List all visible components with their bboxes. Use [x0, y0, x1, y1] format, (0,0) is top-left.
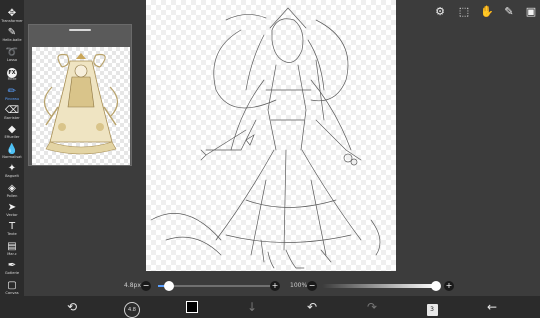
tool-normalisat[interactable]: 💧 Normalisat: [0, 142, 24, 162]
tool-icon: T: [8, 221, 16, 233]
back-arrow-icon[interactable]: ←: [480, 296, 504, 318]
tool-label: Texte: [7, 232, 17, 237]
toggle-icon[interactable]: ⚙: [432, 4, 448, 20]
brush-size-label: 4.8px: [124, 282, 141, 289]
tool-gotlerie[interactable]: ✒ Gotlerie: [0, 258, 24, 278]
tool-icon: ✏: [7, 85, 17, 97]
redo-icon[interactable]: ↷: [360, 296, 384, 318]
tool-transformer[interactable]: ✥ Transformer: [0, 6, 24, 26]
bottom-toolbar: ⟲ 4.8 ↓ ↶ ↷ 3 ←: [0, 296, 540, 318]
color-button[interactable]: [180, 296, 204, 318]
tool-baguelt[interactable]: ✦ Baguelt: [0, 161, 24, 181]
tool-sidebar: ✥ Transformer ✎ Helle-balle ➰ Lasso FX Filtre ✏ P…: [0, 0, 24, 296]
pen-icon[interactable]: ✎: [501, 4, 517, 20]
opacity-label: 100%: [290, 282, 308, 289]
undo-icon[interactable]: ↶: [300, 296, 324, 318]
tool-helle-balle[interactable]: ✎ Helle-balle: [0, 25, 24, 45]
tool-icon: ◆: [8, 124, 16, 136]
opacity-decrease-button[interactable]: −: [307, 281, 317, 291]
tool-icon: ➰: [5, 46, 19, 58]
transform-tool-icon[interactable]: ⟲: [60, 296, 84, 318]
tool-label: Gotlerie: [4, 271, 20, 276]
download-icon[interactable]: ↓: [240, 296, 264, 318]
tool-icon: ▤: [7, 240, 17, 252]
tool-icon: FX: [7, 68, 17, 79]
tool-label: Barrister: [4, 116, 20, 120]
size-increase-button[interactable]: +: [270, 281, 280, 291]
select-icon[interactable]: ⬚: [456, 4, 472, 20]
tool-icon: ◈: [8, 182, 16, 194]
current-color-swatch: [186, 301, 198, 313]
tool-label: Mar.c: [7, 251, 17, 256]
opacity-slider-knob[interactable]: [431, 281, 441, 291]
opacity-increase-button[interactable]: +: [444, 281, 454, 291]
tool-effueiler[interactable]: ◆ Effueiler: [0, 122, 24, 142]
tool-icon: ✥: [7, 8, 17, 19]
tool-texte[interactable]: T Texte: [0, 219, 24, 239]
tool-label: Pollen: [6, 193, 18, 198]
tool-label: Lasso: [6, 57, 18, 62]
reference-panel[interactable]: [28, 24, 132, 166]
tool-filtre[interactable]: FX Filtre: [0, 64, 24, 84]
tool-pinceau[interactable]: ✏ Pinceau: [0, 84, 24, 104]
size-slider[interactable]: [158, 281, 272, 291]
panel-drag-handle[interactable]: [69, 29, 91, 31]
opacity-slider[interactable]: [322, 281, 441, 291]
sketch-drawing: [150, 7, 381, 269]
tool-label: Vector: [6, 213, 18, 217]
reference-image: [32, 47, 130, 165]
layers-button[interactable]: 3: [420, 296, 444, 318]
tool-icon: ✒: [7, 260, 17, 272]
tool-vector[interactable]: ➤ Vector: [0, 200, 24, 220]
tool-label: Normalisat: [2, 154, 22, 159]
layer-count-badge: 3: [426, 304, 438, 316]
tool-label: Effueiler: [4, 135, 20, 140]
tool-lasso[interactable]: ➰ Lasso: [0, 45, 24, 65]
tool-icon: ✎: [7, 27, 17, 39]
brush-size-button[interactable]: 4.8: [120, 296, 144, 318]
drawing-canvas[interactable]: [146, 0, 396, 271]
app-window: ✥ Transformer ✎ Helle-balle ➰ Lasso FX Filtre ✏ P…: [0, 0, 540, 318]
size-decrease-button[interactable]: −: [141, 281, 151, 291]
hand-icon[interactable]: ✋: [479, 4, 495, 20]
tool-pollen[interactable]: ◈ Pollen: [0, 181, 24, 201]
size-slider-knob[interactable]: [164, 281, 175, 291]
tool-icon: 💧: [5, 143, 19, 155]
image-icon[interactable]: ▣: [523, 4, 539, 20]
tool-barrister[interactable]: ⌫ Barrister: [0, 103, 24, 123]
tool-label: Transformer: [1, 19, 23, 23]
tool-icon: ➤: [7, 202, 17, 213]
tool-label: Helle-balle: [2, 38, 22, 43]
tool-label: Filtre: [7, 77, 17, 82]
slider-row: 4.8px − + 100% − +: [0, 279, 540, 295]
tool-icon: ⌫: [4, 105, 20, 116]
tool-icon: ✦: [7, 163, 17, 175]
tool-mar-c[interactable]: ▤ Mar.c: [0, 239, 24, 259]
tool-label: Baguelt: [5, 174, 19, 179]
tool-label: Pinceau: [4, 96, 20, 101]
brush-size-indicator: 4.8: [124, 302, 140, 318]
